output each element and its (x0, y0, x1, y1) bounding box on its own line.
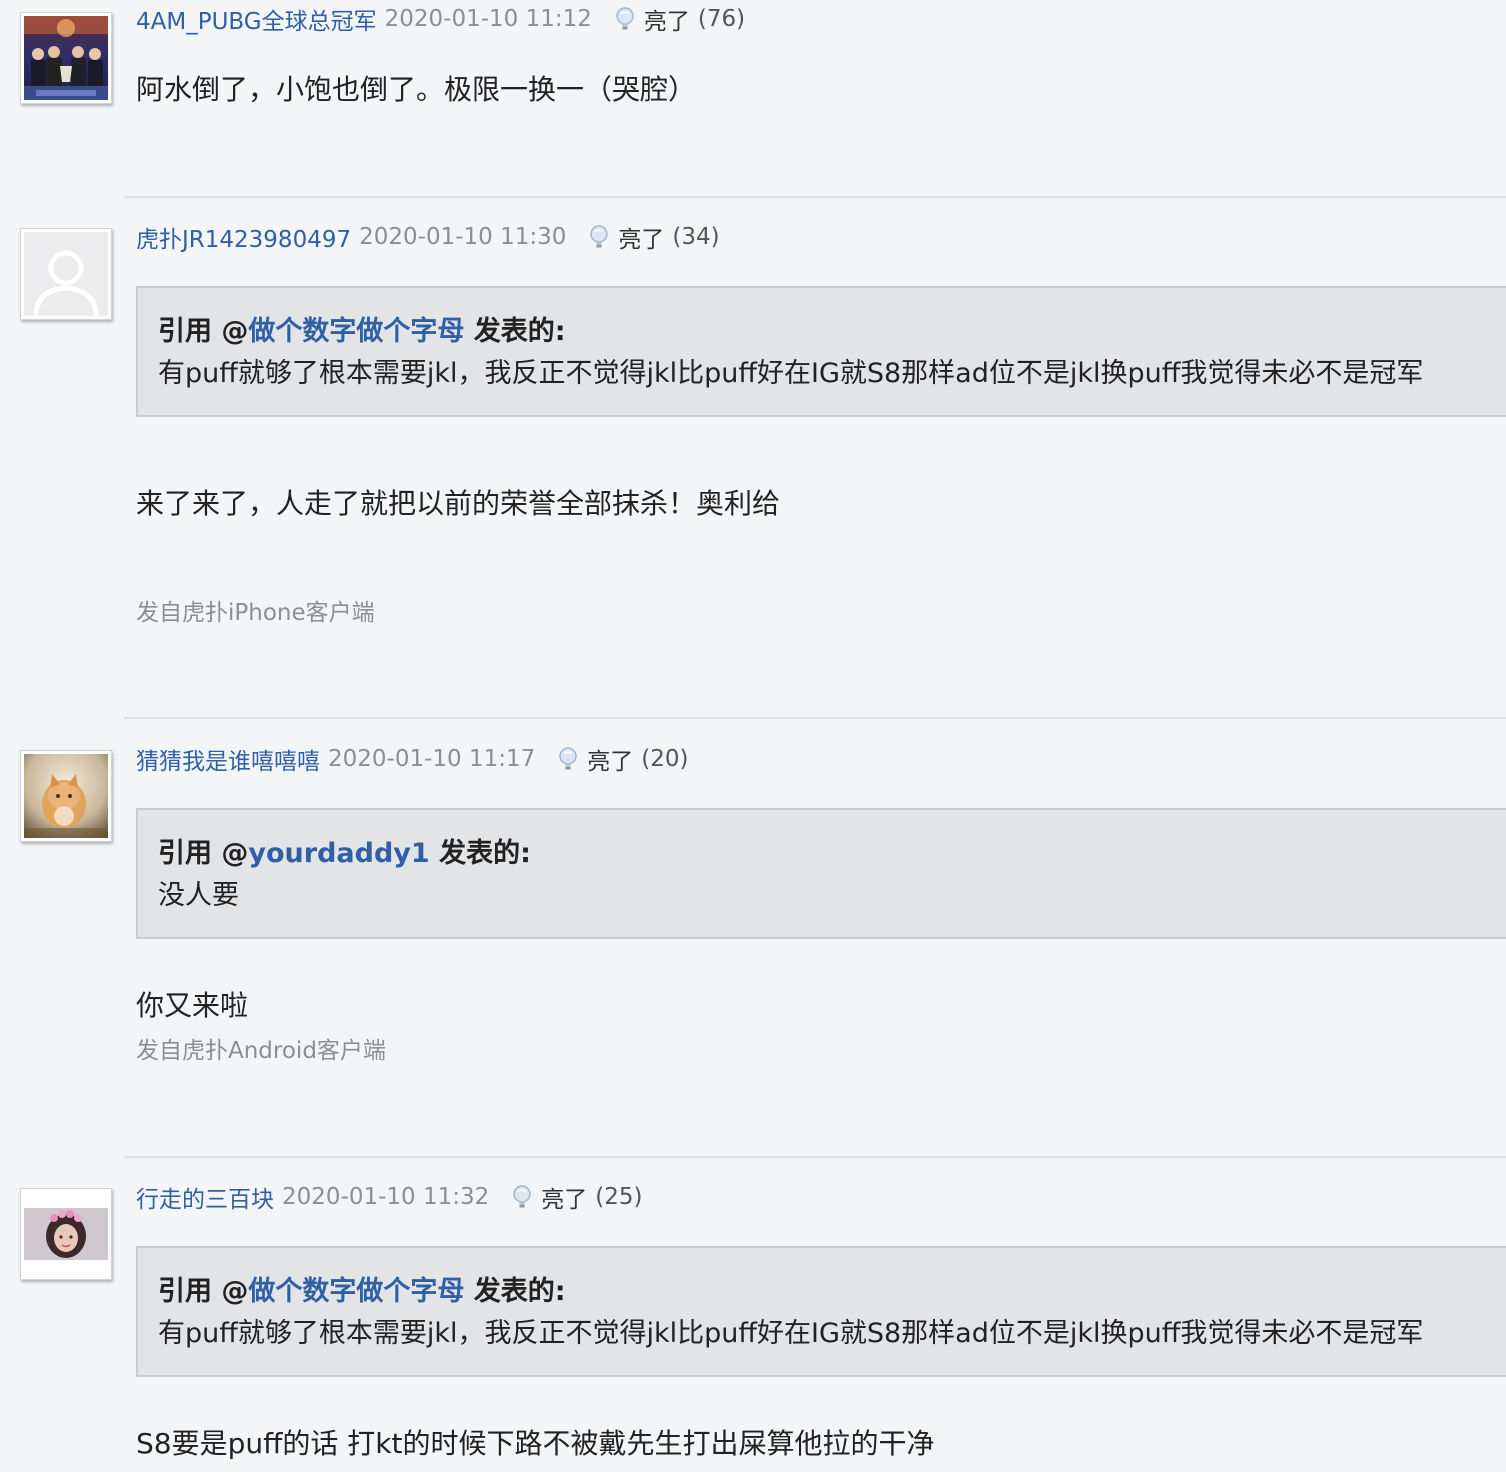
quote-header: 引用 @yourdaddy1 发表的: (158, 834, 1488, 874)
quote-header: 引用 @做个数字做个字母 发表的: (158, 1272, 1488, 1312)
team-photo-avatar (24, 16, 108, 100)
quote-block: 引用 @做个数字做个字母 发表的: 有puff就够了根本需要jkl，我反正不觉得… (136, 286, 1506, 417)
post-meta: 行走的三百块 2020-01-10 11:32 亮了 (25) (136, 1180, 642, 1214)
light-button[interactable]: 亮了 (587, 742, 633, 776)
lightbulb-icon[interactable] (586, 224, 612, 250)
reply-content: 来了来了，人走了就把以前的荣誉全部抹杀！奥利给 (136, 487, 781, 520)
quoted-username-link[interactable]: 做个数字做个字母 (248, 1276, 464, 1307)
kitten-photo-avatar (24, 754, 108, 838)
divider (124, 196, 1506, 198)
client-source[interactable]: 发自虎扑iPhone客户端 (136, 596, 375, 630)
light-count: (34) (672, 224, 720, 250)
lightbulb-icon[interactable] (612, 6, 638, 32)
reply-content: 你又来啦 (136, 989, 249, 1022)
avatar[interactable] (20, 750, 112, 842)
quote-block: 引用 @yourdaddy1 发表的: 没人要 (136, 808, 1506, 939)
divider (124, 717, 1506, 719)
quote-prefix: 引用 @ (158, 1276, 249, 1307)
user-silhouette-icon (24, 232, 108, 316)
post-meta: 4AM_PUBG全球总冠军 2020-01-10 11:12 亮了 (76) (136, 2, 745, 36)
username-link[interactable]: 行走的三百块 (136, 1180, 274, 1214)
quote-prefix: 引用 @ (158, 316, 249, 347)
quote-suffix: 发表的: (429, 838, 531, 869)
portrait-photo-avatar (24, 1192, 108, 1276)
light-button[interactable]: 亮了 (618, 220, 664, 254)
username-link[interactable]: 4AM_PUBG全球总冠军 (136, 2, 377, 36)
post-time: 2020-01-10 11:12 (384, 6, 592, 32)
quote-body: 没人要 (158, 880, 239, 911)
username-link[interactable]: 虎扑JR1423980497 (136, 220, 351, 254)
light-button[interactable]: 亮了 (541, 1180, 587, 1214)
lightbulb-icon[interactable] (555, 746, 581, 772)
client-source[interactable]: 发自虎扑Android客户端 (136, 1034, 386, 1068)
post-time: 2020-01-10 11:17 (328, 746, 536, 772)
post-time: 2020-01-10 11:32 (282, 1184, 490, 1210)
reply-content: S8要是puff的话 打kt的时候下路不被戴先生打出屎算他拉的干净 (136, 1427, 935, 1460)
quote-suffix: 发表的: (464, 316, 566, 347)
lightbulb-icon[interactable] (509, 1184, 535, 1210)
quote-block: 引用 @做个数字做个字母 发表的: 有puff就够了根本需要jkl，我反正不觉得… (136, 1246, 1506, 1377)
quote-suffix: 发表的: (464, 1276, 566, 1307)
reply-content: 阿水倒了，小饱也倒了。极限一换一（哭腔） (136, 73, 697, 106)
avatar[interactable] (20, 1188, 112, 1280)
quoted-username-link[interactable]: 做个数字做个字母 (248, 316, 464, 347)
divider (124, 1156, 1506, 1158)
post-meta: 猜猜我是谁嘻嘻嘻 2020-01-10 11:17 亮了 (20) (136, 742, 688, 776)
avatar[interactable] (20, 12, 112, 104)
post-time: 2020-01-10 11:30 (359, 224, 567, 250)
quoted-username-link[interactable]: yourdaddy1 (248, 838, 429, 869)
quote-body: 有puff就够了根本需要jkl，我反正不觉得jkl比puff好在IG就S8那样a… (158, 358, 1424, 389)
reply-list: 4AM_PUBG全球总冠军 2020-01-10 11:12 亮了 (76) 阿… (0, 0, 1506, 1472)
light-count: (25) (595, 1184, 643, 1210)
light-count: (20) (641, 746, 689, 772)
quote-prefix: 引用 @ (158, 838, 249, 869)
light-count: (76) (697, 6, 746, 32)
quote-body: 有puff就够了根本需要jkl，我反正不觉得jkl比puff好在IG就S8那样a… (158, 1318, 1424, 1349)
username-link[interactable]: 猜猜我是谁嘻嘻嘻 (136, 742, 320, 776)
light-button[interactable]: 亮了 (644, 2, 690, 36)
quote-header: 引用 @做个数字做个字母 发表的: (158, 312, 1488, 352)
post-meta: 虎扑JR1423980497 2020-01-10 11:30 亮了 (34) (136, 220, 720, 254)
avatar[interactable] (20, 228, 112, 320)
